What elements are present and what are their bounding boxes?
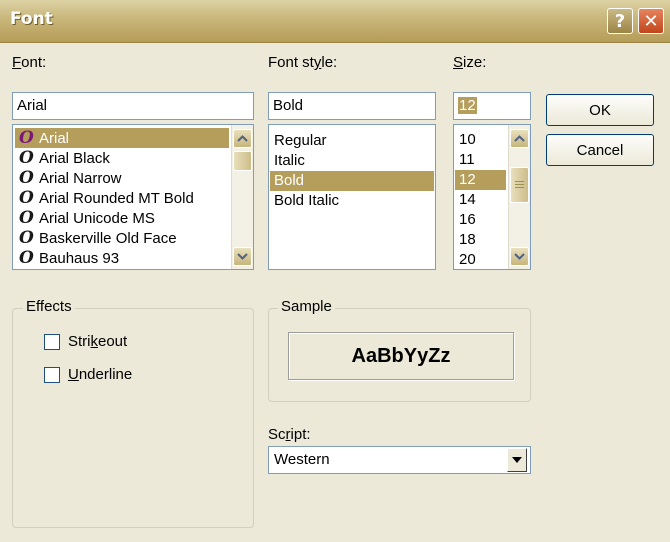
opentype-font-icon: O <box>19 128 34 148</box>
font-style-input[interactable]: Bold <box>268 92 436 120</box>
script-dropdown-button[interactable] <box>507 448 527 472</box>
font-list-item[interactable]: O Arial Unicode MS <box>15 208 229 228</box>
size-item[interactable]: 14 <box>455 190 506 210</box>
font-list-item[interactable]: O Baskerville Old Face <box>15 228 229 248</box>
title-bar[interactable]: Font ? ✕ <box>0 0 670 43</box>
opentype-font-icon: O <box>19 208 34 228</box>
close-button[interactable]: ✕ <box>638 8 664 34</box>
size-item[interactable]: 18 <box>455 230 506 250</box>
help-button[interactable]: ? <box>607 8 633 34</box>
effects-legend: Effects <box>23 298 75 315</box>
strikeout-option[interactable]: Strikeout <box>44 333 127 350</box>
sample-legend: Sample <box>278 298 335 315</box>
scroll-up-button[interactable] <box>233 129 252 148</box>
size-item[interactable]: 11 <box>455 150 506 170</box>
size-label: Size: <box>453 54 487 71</box>
underline-checkbox[interactable] <box>44 366 60 383</box>
font-name-input[interactable]: Arial <box>12 92 254 120</box>
size-item[interactable]: 10 <box>455 130 506 150</box>
font-style-list[interactable]: Regular Italic Bold Bold Italic <box>268 124 436 270</box>
script-select[interactable]: Western <box>268 446 531 474</box>
sample-preview: AaBbYyZz <box>288 332 514 380</box>
chevron-up-icon <box>514 135 525 142</box>
strikeout-checkbox[interactable] <box>44 333 60 350</box>
underline-option[interactable]: Underline <box>44 366 132 383</box>
font-style-label: Font style: <box>268 54 338 71</box>
scroll-down-button[interactable] <box>510 247 529 266</box>
chevron-down-icon <box>237 253 248 260</box>
font-list-scrollbar[interactable] <box>231 125 253 269</box>
chevron-down-icon <box>514 253 525 260</box>
font-label: Font: <box>12 54 47 71</box>
opentype-font-icon: O <box>19 168 34 188</box>
opentype-font-icon: O <box>19 228 34 248</box>
scroll-thumb[interactable] <box>510 167 529 203</box>
chevron-up-icon <box>237 135 248 142</box>
scroll-down-button[interactable] <box>233 247 252 266</box>
underline-label: Underline <box>68 366 133 383</box>
script-label: Script: <box>268 426 311 443</box>
font-style-item[interactable]: Bold <box>270 171 434 191</box>
font-list-item[interactable]: O Arial Rounded MT Bold <box>15 188 229 208</box>
opentype-font-icon: O <box>19 188 34 208</box>
cancel-button[interactable]: Cancel <box>546 134 654 166</box>
font-list-item[interactable]: O Arial Black <box>15 148 229 168</box>
opentype-font-icon: O <box>19 148 34 168</box>
strikeout-label: Strikeout <box>68 333 128 350</box>
font-style-item[interactable]: Bold Italic <box>270 191 434 211</box>
ok-button[interactable]: OK <box>546 94 654 126</box>
script-selected-value: Western <box>274 451 330 468</box>
scroll-up-button[interactable] <box>510 129 529 148</box>
size-input-selected-text: 12 <box>458 97 477 114</box>
size-list[interactable]: 10 11 12 14 16 18 20 <box>453 124 531 270</box>
size-item[interactable]: 16 <box>455 210 506 230</box>
size-item[interactable]: 20 <box>455 250 506 269</box>
size-list-scrollbar[interactable] <box>508 125 530 269</box>
font-list-item[interactable]: O Bauhaus 93 <box>15 248 229 268</box>
size-input[interactable]: 12 <box>453 92 531 120</box>
close-icon: ✕ <box>643 10 659 32</box>
dropdown-arrow-icon <box>512 457 522 463</box>
help-icon: ? <box>614 10 626 32</box>
size-item[interactable]: 12 <box>455 170 506 190</box>
font-style-item[interactable]: Italic <box>270 151 434 171</box>
font-list-item[interactable]: O Arial Narrow <box>15 168 229 188</box>
opentype-font-icon: O <box>19 248 34 268</box>
scroll-thumb[interactable] <box>233 151 252 171</box>
font-list[interactable]: O Arial O Arial Black O Arial Narrow O Arial… <box>12 124 254 270</box>
font-list-item[interactable]: O Arial <box>15 128 229 148</box>
font-style-item[interactable]: Regular <box>270 131 434 151</box>
window-title: Font <box>10 9 53 29</box>
